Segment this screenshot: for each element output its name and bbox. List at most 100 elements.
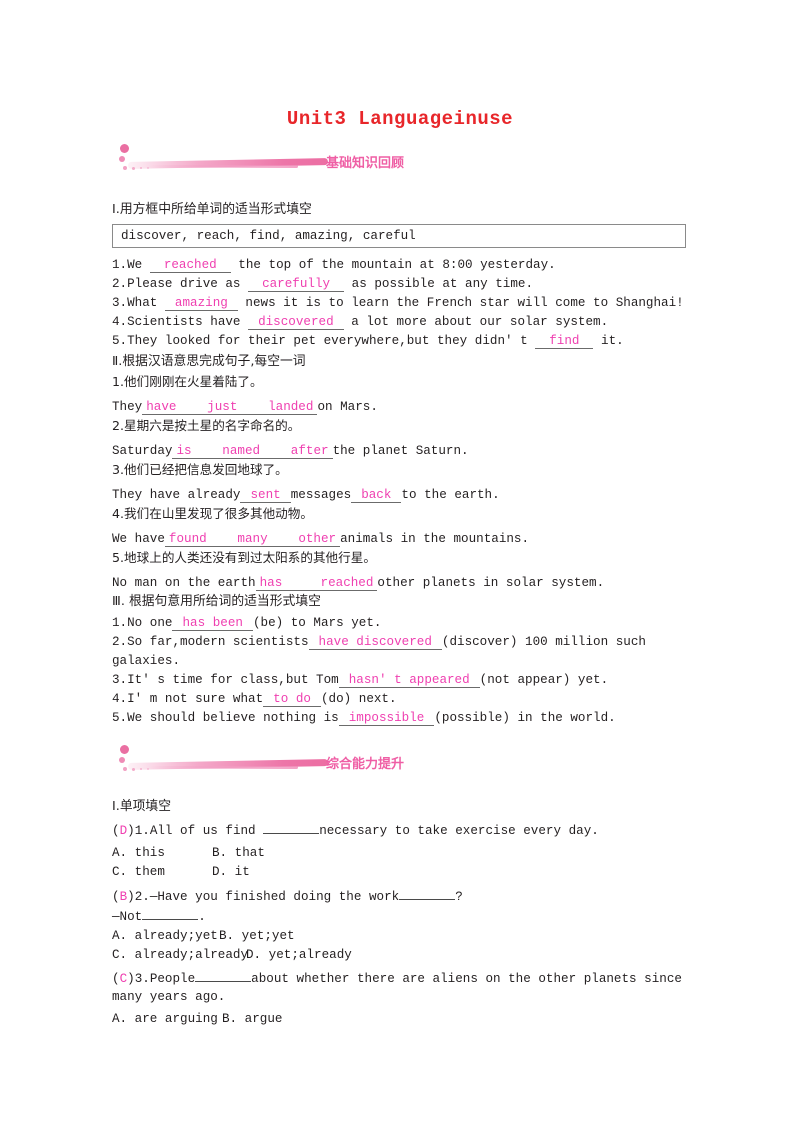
mc-q2-options-row2: C. already;alreadyD. yet;already — [112, 948, 352, 962]
s2-item-5-blanks: has reached — [255, 576, 378, 591]
mc-q3-num: 3. — [134, 972, 150, 986]
s3-item-2-num: 2. — [112, 635, 128, 649]
mc-q1-stem-pre: All of us find — [149, 824, 256, 838]
s3-item-1: 1.No one has been (be) to Mars yet. — [112, 616, 381, 631]
word-bank-box: discover, reach, find, amazing, careful — [112, 224, 686, 248]
s2-item-3-pre: They have already — [112, 488, 241, 502]
s2-item-3-post: to the earth. — [401, 488, 500, 502]
banner-dot-1 — [120, 144, 129, 153]
mc-q2-option-a[interactable]: A. already;yet — [112, 929, 219, 943]
s2-item-1-pre: They — [112, 400, 143, 414]
mc-q1-num: 1. — [134, 824, 150, 838]
banner2-dot-1 — [120, 745, 129, 754]
mc-q2-option-c[interactable]: C. already;already — [112, 948, 248, 962]
mc-q1-stem-post: necessary to take exercise every day. — [319, 824, 599, 838]
s3-item-2-answer: have discovered — [308, 635, 442, 650]
s2-item-1-a1: have — [146, 400, 177, 414]
s3-item-5-answer: impossible — [338, 711, 435, 726]
mc-q3-stem-pre: People — [149, 972, 196, 986]
mc-q1-blank — [263, 822, 320, 834]
s2-item-4-chinese: 4.我们在山里发现了很多其他动物。 — [112, 507, 313, 521]
s2-item-4-a1: found — [168, 532, 207, 546]
s2-item-3-a1: sent — [240, 488, 291, 503]
s3-item-5-post: (possible) in the world. — [434, 711, 616, 725]
mc-q2-stem-pre: —Have you finished doing the work — [149, 890, 400, 904]
mc-q2-stem-post: ? — [455, 890, 463, 904]
s2-item-2-num: 2. — [112, 418, 125, 433]
section-banner-advanced: 综合能力提升 — [118, 743, 638, 777]
s2-item-4-answer-line: We have found many other animals in the mo… — [112, 532, 529, 547]
banner-label: 基础知识回顾 — [326, 156, 405, 171]
mc-q2-stem-line2: —Not. — [112, 908, 206, 924]
mc-q3-stem: (C)3.People about whether there are alien… — [112, 970, 682, 986]
s2-item-2-a3: after — [290, 444, 329, 458]
mc-q3-stem-cont: many years ago. — [112, 990, 226, 1004]
section-4-heading: Ⅰ.单项填空 — [112, 799, 172, 814]
mc-q1-stem: (D)1.All of us find necessary to take ex… — [112, 822, 599, 838]
mc-q3-option-a[interactable]: A. are arguing — [112, 1012, 222, 1026]
page-title: Unit3 Languageinuse — [286, 108, 514, 130]
mc-q3-blank — [195, 970, 252, 982]
s1-item-3-post: news it is to learn the French star will… — [245, 296, 684, 310]
s3-item-3-answer: hasn' t appeared — [338, 673, 480, 688]
s3-item-5: 5.We should believe nothing is impossible… — [112, 711, 616, 726]
s3-item-3-pre: It' s time for class,but Tom — [127, 673, 339, 687]
s3-item-1-pre: No one — [127, 616, 173, 630]
s2-item-2-answer-line: Saturday is named after the planet Saturn. — [112, 444, 469, 459]
s2-item-3-mid: messages — [290, 488, 352, 502]
s2-item-1-a3: landed — [268, 400, 314, 414]
s2-item-4-cn: 我们在山里发现了很多其他动物。 — [124, 506, 313, 521]
mc-q1-option-c[interactable]: C. them — [112, 865, 212, 879]
mc-q2-option-d[interactable]: D. yet;already — [246, 948, 352, 962]
word-bank-text: discover, reach, find, amazing, careful — [121, 229, 416, 243]
mc-q2-blank2 — [142, 908, 199, 920]
mc-q2-stem: (B)2.—Have you finished doing the work? — [112, 888, 463, 904]
s2-item-5-a1: has — [259, 576, 283, 590]
s3-item-4-pre: I' m not sure what — [127, 692, 264, 706]
s2-item-2-a1: is — [176, 444, 192, 458]
s2-item-3-cn: 他们已经把信息发回地球了。 — [124, 462, 288, 477]
mc-q1-answer: D — [119, 824, 128, 838]
s3-item-2-cont: galaxies. — [112, 654, 181, 668]
mc-q3-option-b[interactable]: B. argue — [222, 1012, 282, 1026]
s3-item-2-post: (discover) 100 million such — [441, 635, 646, 649]
mc-q3-stem-post: about whether there are aliens on the ot… — [251, 972, 682, 986]
s2-item-5-a2: reached — [320, 576, 374, 590]
s3-item-4-post: (do) next. — [320, 692, 397, 706]
mc-q1-options-row2: C. them D. it — [112, 865, 250, 879]
banner-dot-3 — [123, 166, 127, 170]
s2-item-5-chinese: 5.地球上的人类还没有到过太阳系的其他行星。 — [112, 551, 376, 565]
banner2-label: 综合能力提升 — [326, 757, 405, 772]
section-1-heading: Ⅰ.用方框中所给单词的适当形式填空 — [112, 202, 312, 217]
s2-item-3-a2: back — [351, 488, 402, 503]
s1-item-5-post: it. — [601, 334, 624, 348]
section-3-heading: Ⅲ. 根据句意用所给词的适当形式填空 — [112, 594, 321, 609]
s3-item-4-answer: to do — [263, 692, 321, 707]
s1-item-5-num: 5. — [112, 334, 128, 348]
s3-item-1-answer: has been — [172, 616, 253, 631]
s2-item-3-num: 3. — [112, 462, 125, 477]
mc-q1-option-d[interactable]: D. it — [212, 865, 250, 879]
s3-item-3-post: (not appear) yet. — [479, 673, 609, 687]
s1-item-1: 1.We reached the top of the mountain at … — [112, 258, 556, 273]
s1-item-1-num: 1. — [112, 258, 128, 272]
s1-item-4: 4.Scientists have discovered a lot more … — [112, 315, 608, 330]
banner2-dot-3 — [123, 767, 127, 771]
mc-q1-option-b[interactable]: B. that — [212, 846, 265, 860]
s1-item-1-pre: We — [127, 258, 143, 272]
mc-q1-option-a[interactable]: A. this — [112, 846, 212, 860]
section-banner-basics: 基础知识回顾 — [118, 142, 638, 176]
mc-q3-options-row1: A. are arguing B. argue — [112, 1012, 282, 1026]
worksheet-page: Unit3 Languageinuse 基础知识回顾 Ⅰ.用方框中所给单词的适当… — [0, 0, 800, 1132]
s1-item-2-num: 2. — [112, 277, 128, 291]
mc-q2-answer: B — [119, 890, 128, 904]
s2-item-5-cn: 地球上的人类还没有到过太阳系的其他行星。 — [124, 550, 376, 565]
s2-item-5-pre: No man on the earth — [112, 576, 256, 590]
mc-q2-blank1 — [399, 888, 456, 900]
mc-q2-options-row1: A. already;yetB. yet;yet — [112, 929, 295, 943]
mc-q2-option-b[interactable]: B. yet;yet — [219, 929, 295, 943]
s1-item-2-post: as possible at any time. — [351, 277, 534, 291]
s2-item-1-cn: 他们刚刚在火星着陆了。 — [124, 374, 263, 389]
s2-item-4-post: animals in the mountains. — [340, 532, 530, 546]
s2-item-2-blanks: is named after — [172, 444, 333, 459]
